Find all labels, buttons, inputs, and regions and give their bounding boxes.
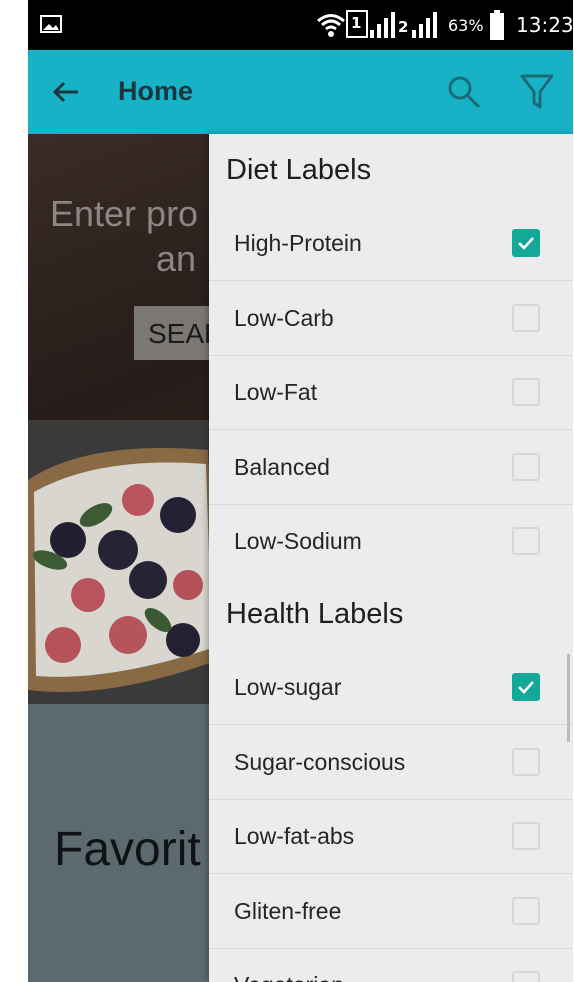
filter-item-label: Sugar-conscious xyxy=(234,749,406,775)
filter-item-label: Balanced xyxy=(234,454,330,480)
sim1-label: 1 xyxy=(351,14,362,32)
filter-icon[interactable] xyxy=(520,74,554,110)
check-icon xyxy=(518,237,534,250)
filter-item-label: High-Protein xyxy=(234,230,362,256)
app-screen: 1 2 63% 13:23 Home Enter pro an SEAF Fav… xyxy=(28,0,573,982)
filter-item-low-sugar[interactable]: Low-sugar xyxy=(209,650,573,725)
filter-item-high-protein[interactable]: High-Protein xyxy=(209,206,573,281)
battery-percent: 63% xyxy=(448,16,484,35)
checkbox-unchecked[interactable] xyxy=(512,453,540,481)
wifi-icon xyxy=(317,14,345,37)
battery-icon xyxy=(490,10,504,40)
filter-item-low-fat[interactable]: Low-Fat xyxy=(209,355,573,430)
filter-item-low-fat-abs[interactable]: Low-fat-abs xyxy=(209,799,573,874)
filter-item-balanced[interactable]: Balanced xyxy=(209,430,573,505)
filter-item-gluten-free[interactable]: Gliten-free xyxy=(209,874,573,949)
filter-item-label: Gliten-free xyxy=(234,898,342,924)
filter-drawer: Diet Labels High-Protein Low-Carb Low-Fa… xyxy=(209,134,573,982)
signal-bars-icon xyxy=(370,12,395,38)
hero-prompt-line2: an xyxy=(156,238,197,279)
page-title: Home xyxy=(118,76,194,106)
checkbox-unchecked[interactable] xyxy=(512,897,540,925)
diet-labels-title: Diet Labels xyxy=(226,154,372,186)
filter-item-vegetarian[interactable]: Vegetarian xyxy=(209,948,573,982)
checkbox-unchecked[interactable] xyxy=(512,748,540,776)
sim2-label: 2 xyxy=(398,18,409,36)
filter-item-label: Low-fat-abs xyxy=(234,823,355,849)
filter-item-label: Low-Fat xyxy=(234,379,318,405)
checkbox-checked[interactable] xyxy=(512,673,540,701)
favorites-heading: Favorit xyxy=(54,823,201,876)
drawer-scrollbar[interactable] xyxy=(567,654,570,742)
filter-item-low-sodium[interactable]: Low-Sodium xyxy=(209,504,573,578)
app-bar: Home xyxy=(28,50,573,134)
checkbox-unchecked[interactable] xyxy=(512,378,540,406)
filter-item-label: Low-sugar xyxy=(234,674,342,700)
arrow-left-icon[interactable] xyxy=(50,76,82,108)
checkbox-unchecked[interactable] xyxy=(512,822,540,850)
filter-item-label: Low-Sodium xyxy=(234,528,362,554)
filter-item-label: Low-Carb xyxy=(234,305,334,331)
filter-item-sugar-conscious[interactable]: Sugar-conscious xyxy=(209,725,573,800)
image-notification-icon xyxy=(40,15,62,33)
hero-prompt-line1: Enter pro xyxy=(50,193,199,234)
checkbox-unchecked[interactable] xyxy=(512,971,540,982)
checkbox-unchecked[interactable] xyxy=(512,527,540,555)
check-icon xyxy=(518,681,534,694)
filter-item-low-carb[interactable]: Low-Carb xyxy=(209,281,573,356)
status-bar: 1 2 63% 13:23 xyxy=(28,0,573,50)
signal-bars-icon xyxy=(412,12,437,38)
clock: 13:23 xyxy=(516,13,573,37)
checkbox-unchecked[interactable] xyxy=(512,304,540,332)
filter-item-label: Vegetarian xyxy=(234,972,344,982)
health-labels-title: Health Labels xyxy=(226,598,404,630)
search-icon[interactable] xyxy=(446,74,482,110)
checkbox-checked[interactable] xyxy=(512,229,540,257)
